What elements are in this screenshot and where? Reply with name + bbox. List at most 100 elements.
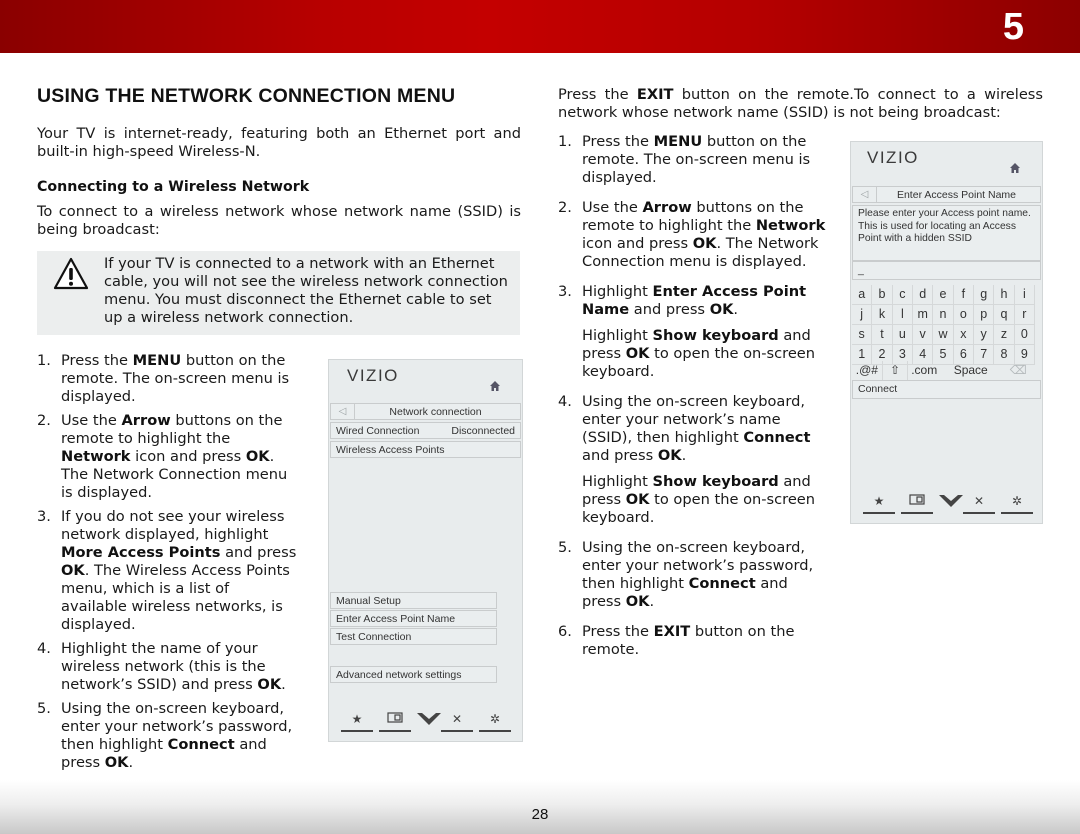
step-extra: Highlight Show keyboard and press OK to …: [582, 327, 826, 381]
key-y[interactable]: y: [974, 325, 995, 345]
right-step-2: 2. Use the Arrow buttons on the remote to…: [558, 199, 826, 271]
key-v[interactable]: v: [913, 325, 934, 345]
key-w[interactable]: w: [933, 325, 954, 345]
key-i[interactable]: i: [1014, 285, 1035, 305]
section-subheading: Connecting to a Wireless Network: [37, 179, 310, 195]
back-arrow-icon[interactable]: ◁: [853, 187, 877, 202]
menu-item-wired-connection[interactable]: Wired Connection Disconnected: [330, 422, 521, 439]
key-p[interactable]: p: [974, 305, 995, 325]
key-f[interactable]: f: [953, 285, 974, 305]
warning-text: If your TV is connected to a network wit…: [104, 255, 508, 326]
warning-icon: [53, 257, 89, 290]
page-number: 28: [531, 806, 549, 823]
step-body: Press the EXIT button on the remote.: [582, 623, 826, 659]
key-m[interactable]: m: [913, 305, 934, 325]
key-u[interactable]: u: [892, 325, 913, 345]
step-text: .: [649, 593, 655, 610]
menu-item-advanced-network-settings[interactable]: Advanced network settings: [330, 666, 497, 683]
step-extra: Highlight Show keyboard and press OK to …: [582, 473, 826, 527]
menu-item-wireless-access-points[interactable]: Wireless Access Points: [330, 441, 521, 458]
emphasis-text: OK: [257, 676, 282, 693]
star-icon[interactable]: ★: [863, 494, 895, 514]
menu-item-manual-setup[interactable]: Manual Setup: [330, 592, 497, 609]
left-step-4: 4. Highlight the name of your wireless ne…: [37, 640, 299, 694]
key-x[interactable]: x: [953, 325, 974, 345]
key-n[interactable]: n: [933, 305, 954, 325]
pip-icon[interactable]: [901, 494, 933, 514]
step-text: icon and press: [130, 448, 246, 465]
step-number: 4.: [558, 393, 572, 410]
step-text: Use the: [61, 412, 122, 429]
gear-icon[interactable]: ✲: [1001, 494, 1033, 514]
emphasis-text: More Access Points: [61, 544, 221, 561]
tv-toolbar: ★ ✕ ✲: [341, 712, 511, 732]
right-step-6: 6. Press the EXIT button on the remote.: [558, 623, 826, 659]
key-l[interactable]: l: [892, 305, 913, 325]
right-step-3: 3. Highlight Enter Access Point Name and …: [558, 283, 826, 381]
backspace-key[interactable]: ⌫: [1001, 361, 1035, 380]
keyboard-special-row: .@# ⇧ .com Space ⌫: [852, 361, 1035, 380]
step-number: 2.: [558, 199, 572, 216]
step-number: 3.: [558, 283, 572, 300]
emphasis-text: OK: [625, 593, 650, 610]
step-text: and press: [629, 301, 710, 318]
key-g[interactable]: g: [974, 285, 995, 305]
shift-key[interactable]: ⇧: [883, 361, 909, 380]
key-s[interactable]: s: [852, 325, 873, 345]
vizio-logo: VIZIO: [867, 148, 919, 167]
menu-item-enter-access-point-name[interactable]: Enter Access Point Name: [330, 610, 497, 627]
home-icon[interactable]: [489, 380, 501, 392]
key-d[interactable]: d: [913, 285, 934, 305]
left-step-1: 1. Press the MENU button on the remote. T…: [37, 352, 299, 406]
key-b[interactable]: b: [872, 285, 893, 305]
access-point-name-input[interactable]: _: [852, 261, 1041, 280]
key-t[interactable]: t: [872, 325, 893, 345]
key-c[interactable]: c: [892, 285, 913, 305]
step-text: .: [733, 301, 739, 318]
space-key[interactable]: Space: [940, 361, 1001, 380]
emphasis-text: EXIT: [636, 86, 674, 103]
connect-button[interactable]: Connect: [852, 380, 1041, 399]
step-number: 6.: [558, 623, 572, 640]
step-number: 2.: [37, 412, 51, 429]
pip-icon[interactable]: [379, 712, 411, 732]
key-h[interactable]: h: [994, 285, 1015, 305]
tv-toolbar: ★ ✕ ✲: [863, 494, 1033, 514]
on-screen-keyboard: abcdefghijklmnopqrstuvwxyz0123456789: [852, 285, 1035, 365]
key-a[interactable]: a: [852, 285, 873, 305]
key-j[interactable]: j: [852, 305, 873, 325]
step-text: Press the: [582, 133, 654, 150]
home-icon[interactable]: [1009, 162, 1021, 174]
key-z[interactable]: z: [994, 325, 1015, 345]
key-o[interactable]: o: [953, 305, 974, 325]
close-icon[interactable]: ✕: [963, 494, 995, 514]
emphasis-text: Connect: [167, 736, 235, 753]
emphasis-text: OK: [625, 491, 650, 508]
step-text: icon and press: [582, 235, 693, 252]
gear-icon[interactable]: ✲: [479, 712, 511, 732]
step-number: 5.: [37, 700, 51, 717]
back-arrow-icon[interactable]: ◁: [331, 404, 355, 419]
symbols-key[interactable]: .@#: [852, 361, 883, 380]
right-step-1: 1. Press the MENU button on the remote. T…: [558, 133, 826, 187]
step-text: Highlight: [582, 283, 653, 300]
step-body: Highlight the name of your wireless netw…: [61, 640, 299, 694]
dotcom-key[interactable]: .com: [908, 361, 940, 380]
key-r[interactable]: r: [1014, 305, 1035, 325]
close-icon[interactable]: ✕: [441, 712, 473, 732]
star-icon[interactable]: ★: [341, 712, 373, 732]
emphasis-text: OK: [625, 345, 650, 362]
step-body: If you do not see your wireless network …: [61, 508, 299, 634]
page-title: USING THE NETWORK CONNECTION MENU: [37, 85, 456, 107]
menu-item-test-connection[interactable]: Test Connection: [330, 628, 497, 645]
step-number: 1.: [558, 133, 572, 150]
key-0[interactable]: 0: [1014, 325, 1035, 345]
step-number: 4.: [37, 640, 51, 657]
step-body: Using the on-screen keyboard, enter your…: [582, 539, 826, 611]
left-steps-list: 1. Press the MENU button on the remote. T…: [37, 352, 299, 778]
emphasis-text: Arrow: [642, 199, 692, 216]
key-e[interactable]: e: [933, 285, 954, 305]
tv-enter-access-point-menu: VIZIO ◁ Enter Access Point Name Please e…: [850, 141, 1043, 524]
key-q[interactable]: q: [994, 305, 1015, 325]
key-k[interactable]: k: [872, 305, 893, 325]
